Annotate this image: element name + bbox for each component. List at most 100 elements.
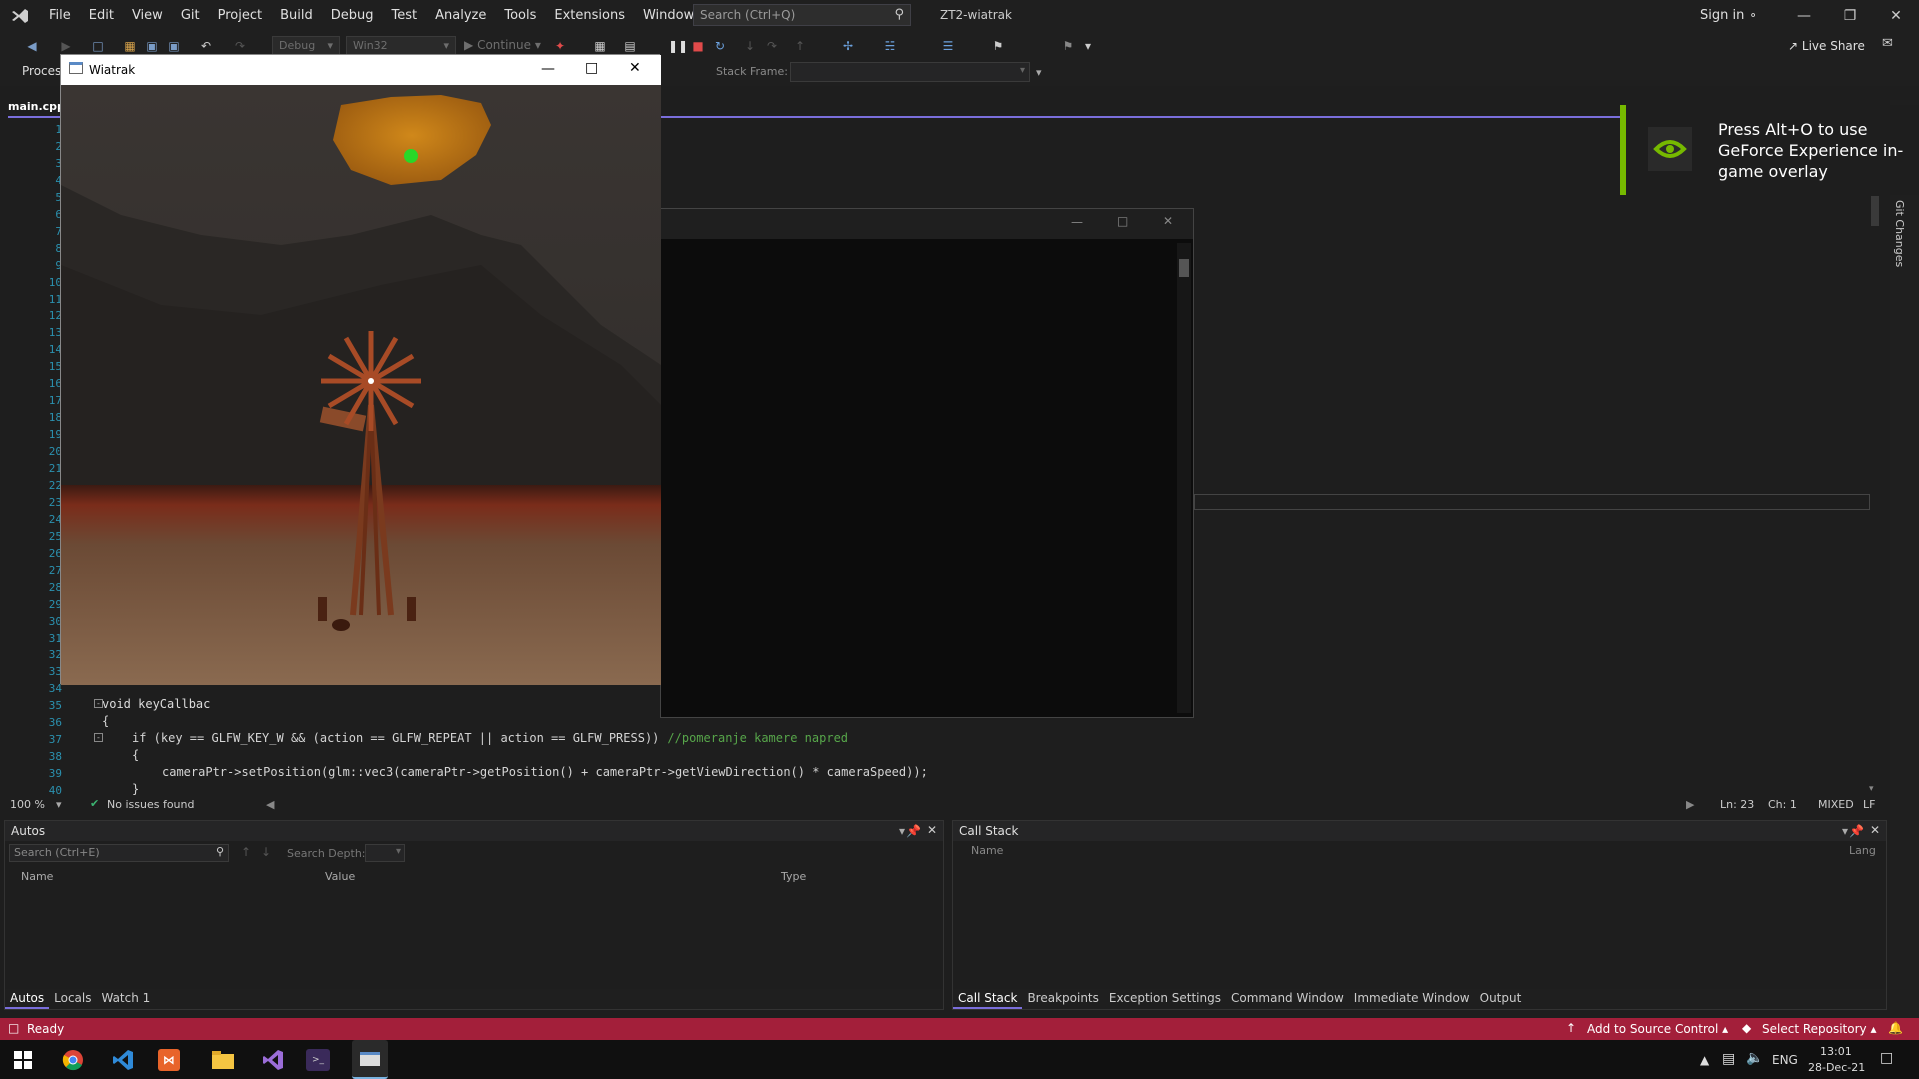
network-icon[interactable]: ▤ (1722, 1051, 1735, 1067)
pin-icon[interactable]: 📌 (906, 824, 921, 838)
windows-start-icon[interactable] (8, 1045, 38, 1075)
menu-extensions[interactable]: Extensions (545, 0, 634, 32)
console-minimize-button[interactable]: — (1071, 215, 1083, 229)
menu-debug[interactable]: Debug (322, 0, 383, 32)
tab-command-window[interactable]: Command Window (1226, 989, 1349, 1007)
tab-breakpoints[interactable]: Breakpoints (1022, 989, 1103, 1007)
wiatrak-close-button[interactable]: ✕ (629, 60, 641, 76)
live-share-button[interactable]: ↗ Live Share (1788, 39, 1865, 53)
panel-menu-icon[interactable]: ▾ (1842, 824, 1848, 838)
call-stack-column-lang[interactable]: Lang (1849, 844, 1876, 857)
menu-test[interactable]: Test (383, 0, 427, 32)
tab-exception-settings[interactable]: Exception Settings (1104, 989, 1226, 1007)
console-scrollbar[interactable] (1177, 243, 1191, 713)
bookmark-next-icon[interactable]: ⚑ (1060, 38, 1076, 54)
close-button[interactable]: ✕ (1873, 0, 1919, 32)
comment-icon[interactable]: ☰ (940, 38, 956, 54)
console-maximize-button[interactable]: □ (1117, 214, 1128, 228)
restart-icon[interactable]: ↻ (712, 38, 728, 54)
stop-icon[interactable]: ■ (690, 38, 706, 54)
hot-reload-icon[interactable]: ✦ (552, 38, 568, 54)
file-explorer-icon[interactable] (208, 1045, 238, 1075)
collapse-toggle-icon[interactable]: - (94, 733, 103, 742)
nvidia-overlay-toast[interactable]: Press Alt+O to use GeForce Experience in… (1620, 105, 1919, 195)
select-repository-button[interactable]: Select Repository ▴ (1762, 1022, 1877, 1036)
minimize-button[interactable]: — (1781, 0, 1827, 32)
issues-status[interactable]: No issues found (107, 798, 194, 811)
toolbar-overflow-icon[interactable]: ▾ (1080, 38, 1096, 54)
menu-build[interactable]: Build (271, 0, 322, 32)
step-over-icon[interactable]: ↷ (764, 38, 780, 54)
horizontal-splitter[interactable] (1194, 494, 1870, 510)
tab-autos[interactable]: Autos (5, 989, 50, 1009)
thread-icon[interactable]: ☵ (882, 38, 898, 54)
volume-icon[interactable]: 🔈 (1746, 1050, 1763, 1066)
feedback-icon[interactable]: ✉ (1882, 36, 1893, 51)
zoom-level[interactable]: 100 % (10, 798, 45, 811)
search-down-icon[interactable]: ↓ (261, 845, 271, 859)
opengl-scene-canvas[interactable] (61, 85, 661, 685)
save-icon[interactable]: ▣ (144, 38, 160, 54)
wiatrak-maximize-button[interactable]: □ (585, 60, 598, 76)
scroll-down-icon[interactable]: ▾ (1869, 784, 1874, 794)
autos-column-type[interactable]: Type (781, 870, 806, 883)
search-input[interactable]: Search (Ctrl+Q) ⚲ (693, 4, 911, 26)
call-stack-column-name[interactable]: Name (971, 844, 1003, 857)
console-window[interactable]: — □ ✕ (660, 208, 1194, 718)
console-scroll-thumb[interactable] (1179, 259, 1189, 277)
scroll-thumb[interactable] (1871, 196, 1879, 226)
bookmark-icon[interactable]: ⚑ (990, 38, 1006, 54)
menu-file[interactable]: File (40, 0, 80, 32)
tab-watch-1[interactable]: Watch 1 (96, 989, 155, 1007)
restore-button[interactable]: ❐ (1827, 0, 1873, 32)
layout-icon[interactable]: ▤ (622, 38, 638, 54)
undo-icon[interactable]: ↶ (198, 38, 214, 54)
close-panel-icon[interactable]: ✕ (1870, 823, 1880, 837)
menu-view[interactable]: View (123, 0, 172, 32)
save-all-icon[interactable]: ▣ (166, 38, 182, 54)
stack-frame-dropdown[interactable]: ▾ (790, 62, 1030, 82)
redo-icon[interactable]: ↷ (232, 38, 248, 54)
config-dropdown[interactable]: Debug ▾ (272, 36, 340, 56)
autos-column-name[interactable]: Name (21, 870, 53, 883)
tray-chevron-icon[interactable]: ▲ (1700, 1053, 1709, 1067)
scroll-right-icon[interactable]: ▶ (1686, 798, 1694, 811)
notification-bell-icon[interactable]: 🔔 (1888, 1021, 1903, 1035)
search-depth-dropdown[interactable]: ▾ (365, 844, 405, 862)
xampp-icon[interactable]: ⋈ (158, 1049, 180, 1071)
menu-project[interactable]: Project (209, 0, 271, 32)
back-icon[interactable]: ◀ (24, 38, 40, 54)
wiatrak-minimize-button[interactable]: — (541, 61, 555, 77)
tab-locals[interactable]: Locals (49, 989, 96, 1007)
clock-date[interactable]: 28-Dec-21 (1808, 1061, 1865, 1074)
menu-git[interactable]: Git (172, 0, 209, 32)
toolbar2-overflow-icon[interactable]: ▾ (1036, 66, 1042, 79)
vertical-scrollbar[interactable]: ▾ (1868, 118, 1882, 796)
menu-analyze[interactable]: Analyze (426, 0, 495, 32)
menu-tools[interactable]: Tools (495, 0, 545, 32)
new-project-icon[interactable]: □ (90, 38, 106, 54)
hex-display-icon[interactable]: ✢ (840, 38, 856, 54)
tab-call-stack[interactable]: Call Stack (953, 989, 1023, 1009)
git-changes-tab[interactable]: Git Changes (1893, 200, 1906, 267)
open-folder-icon[interactable]: ▦ (122, 38, 138, 54)
terminal-icon[interactable]: >_ (306, 1049, 330, 1071)
continue-button[interactable]: ▶ Continue ▾ (464, 38, 541, 52)
wiatrak-app-icon[interactable] (352, 1040, 388, 1079)
search-icon[interactable]: ⚲ (894, 7, 904, 22)
zoom-chevron-icon[interactable]: ▾ (56, 798, 62, 811)
collapse-toggle-icon[interactable]: - (94, 699, 103, 708)
sign-in-button[interactable]: Sign in ⚬ (1700, 8, 1758, 23)
encoding[interactable]: MIXED (1818, 798, 1854, 811)
step-into-icon[interactable]: ↓ (742, 38, 758, 54)
platform-dropdown[interactable]: Win32 ▾ (346, 36, 456, 56)
autos-search-input[interactable]: Search (Ctrl+E) ⚲ (9, 844, 229, 862)
wiatrak-window[interactable]: Wiatrak — □ ✕ (60, 54, 661, 685)
search-icon[interactable]: ⚲ (216, 845, 224, 858)
pin-icon[interactable]: 📌 (1849, 824, 1864, 838)
language-indicator[interactable]: ENG (1772, 1053, 1798, 1067)
chrome-icon[interactable] (58, 1045, 88, 1075)
menu-edit[interactable]: Edit (80, 0, 123, 32)
action-center-icon[interactable]: □ (1880, 1050, 1893, 1066)
line-ending[interactable]: LF (1863, 798, 1875, 811)
